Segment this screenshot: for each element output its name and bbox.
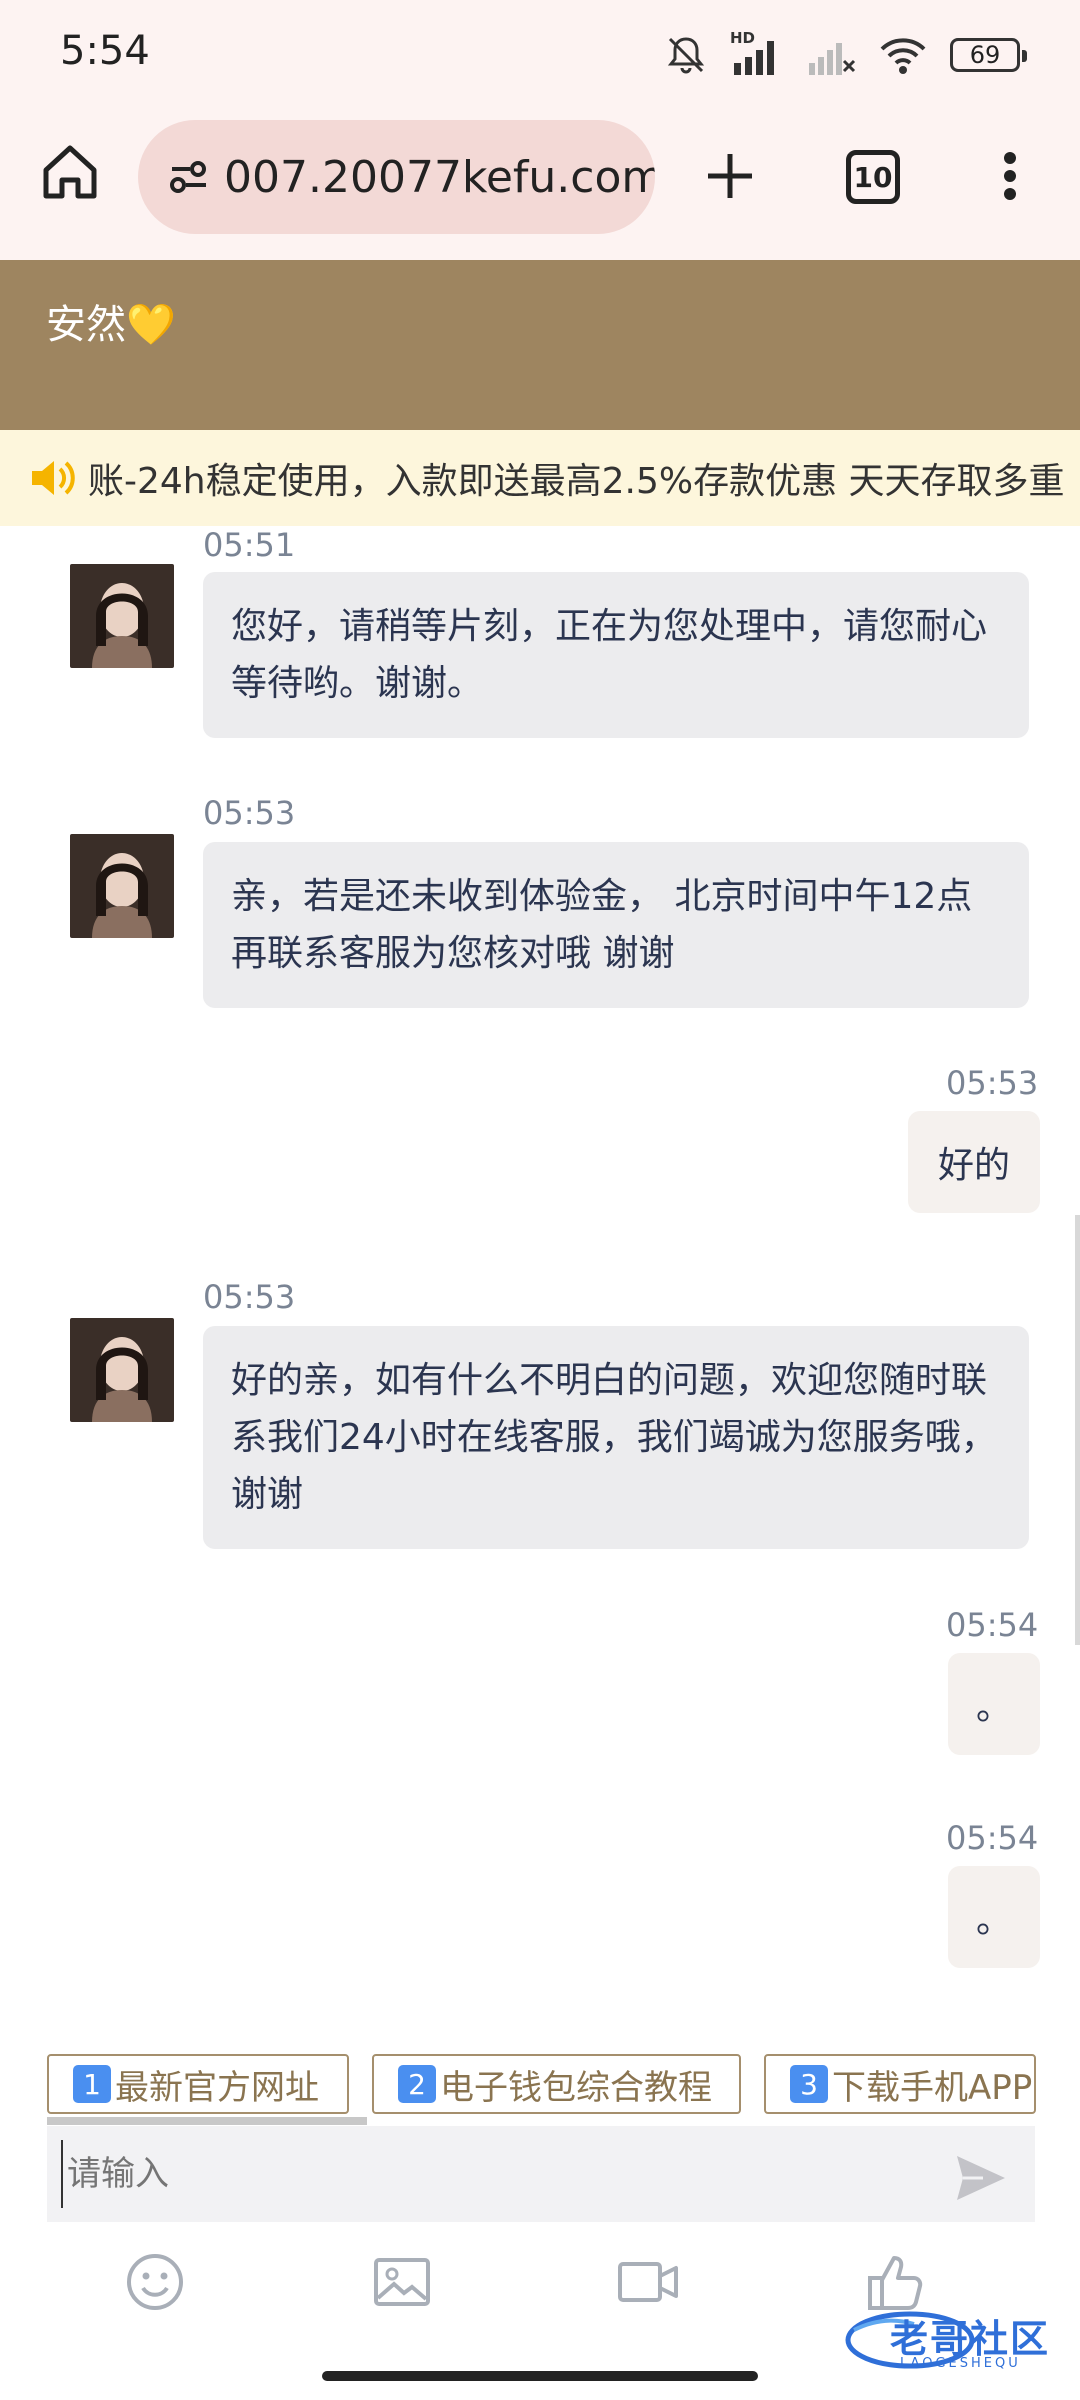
scrollbar[interactable] — [1075, 1215, 1080, 1645]
message-bubble: 。 — [948, 1866, 1040, 1968]
quick-reply-label: 下载手机APP — [832, 2067, 1033, 2108]
message-time: 05:54 — [946, 1819, 1039, 1857]
message-input[interactable] — [61, 2140, 941, 2208]
message-time: 05:53 — [203, 794, 296, 832]
watermark-logo: 老哥社区 LAOGESHEQU — [840, 2300, 1070, 2380]
speaker-icon — [32, 461, 75, 495]
signal-hd-icon: HD — [730, 29, 784, 77]
home-indicator[interactable] — [322, 2371, 758, 2381]
quick-reply-wallet-tutorial[interactable]: 2 电子钱包综合教程 — [372, 2054, 741, 2114]
agent-avatar[interactable] — [70, 1318, 174, 1422]
quick-reply-number: 2 — [398, 2065, 436, 2103]
chat-header: 安然💛 — [0, 260, 1080, 430]
emoji-icon[interactable] — [123, 2250, 187, 2314]
video-icon[interactable] — [616, 2250, 680, 2314]
message-list[interactable]: 05:51 您好，请稍等片刻，正在为您处理中，请您耐心等待哟。谢谢。 05:53… — [0, 526, 1080, 2050]
message-time: 05:53 — [203, 1278, 296, 1316]
home-icon[interactable] — [38, 140, 102, 204]
quick-reply-label: 最新官方网址 — [115, 2067, 319, 2108]
message-bubble: 好的亲，如有什么不明白的问题，欢迎您随时联系我们24小时在线客服，我们竭诚为您服… — [203, 1326, 1029, 1549]
notice-text: 账-24h稳定使用，入款即送最高2.5%存款优惠 天天存取多重 — [88, 461, 1065, 502]
quick-reply-official-site[interactable]: 1 最新官方网址 — [47, 2054, 349, 2114]
tab-switcher-button[interactable]: 10 — [846, 150, 900, 204]
message-time: 05:54 — [946, 1606, 1039, 1644]
quick-reply-download-app[interactable]: 3 下载手机APP — [764, 2054, 1036, 2114]
bell-muted-icon — [667, 37, 705, 74]
browser-toolbar: 007.20077kefu.com 10 — [0, 110, 1080, 260]
battery-indicator: 69 — [950, 38, 1027, 72]
agent-avatar[interactable] — [70, 834, 174, 938]
agent-name: 安然💛 — [46, 302, 176, 348]
site-settings-icon[interactable] — [160, 147, 220, 207]
message-bubble: 亲，若是还未收到体验金， 北京时间中午12点再联系客服为您核对哦 谢谢 — [203, 842, 1029, 1008]
quick-reply-label: 电子钱包综合教程 — [440, 2067, 712, 2108]
quick-reply-scroll-indicator — [47, 2117, 367, 2125]
status-bar: 5:54 HD 69 — [0, 0, 1080, 110]
watermark-text: 老哥社区 — [890, 2317, 1051, 2361]
more-menu-icon[interactable] — [990, 146, 1030, 206]
send-icon[interactable] — [953, 2150, 1009, 2206]
quick-reply-bar: 1 最新官方网址 2 电子钱包综合教程 3 下载手机APP — [0, 2050, 1080, 2120]
plus-icon[interactable] — [700, 146, 760, 206]
status-icons: HD 69 — [664, 29, 1027, 80]
composer — [47, 2126, 1035, 2222]
address-bar[interactable]: 007.20077kefu.com — [138, 120, 655, 234]
notice-marquee: 账-24h稳定使用，入款即送最高2.5%存款优惠 天天存取多重 — [0, 430, 1080, 526]
wifi-icon — [880, 38, 926, 74]
quick-reply-number: 3 — [790, 2065, 828, 2103]
message-bubble: 好的 — [908, 1111, 1040, 1213]
quick-reply-number: 1 — [73, 2065, 111, 2103]
image-icon[interactable] — [370, 2250, 434, 2314]
agent-avatar[interactable] — [70, 564, 174, 668]
signal-off-icon — [809, 43, 856, 75]
watermark-subtext: LAOGESHEQU — [900, 2356, 1021, 2371]
message-time: 05:51 — [203, 526, 296, 564]
message-time: 05:53 — [946, 1064, 1039, 1102]
url-text[interactable]: 007.20077kefu.com — [224, 152, 655, 203]
message-bubble: 您好，请稍等片刻，正在为您处理中，请您耐心等待哟。谢谢。 — [203, 572, 1029, 738]
status-time: 5:54 — [60, 28, 150, 74]
message-bubble: 。 — [948, 1653, 1040, 1755]
